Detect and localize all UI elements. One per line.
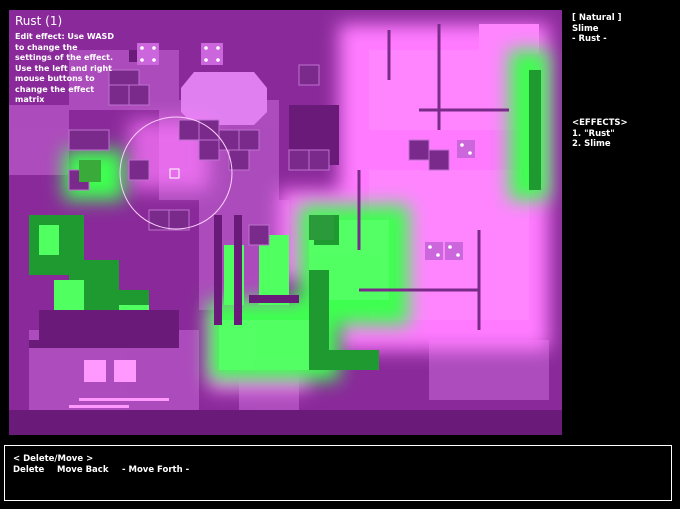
actions-panel: < Delete/Move > Delete Move Back - Move … bbox=[4, 445, 672, 501]
palette-item-slime[interactable]: Slime bbox=[572, 24, 622, 35]
effect-title: Rust (1) bbox=[15, 14, 63, 28]
move-forth-button[interactable]: - Move Forth - bbox=[122, 465, 189, 475]
help-line: Edit effect: Use WASD bbox=[15, 32, 114, 41]
level-map-canvas[interactable]: Rust (1) Edit effect: Use WASD to change… bbox=[9, 10, 562, 435]
palette-label[interactable]: [ Natural ] bbox=[572, 13, 622, 24]
effects-panel: <EFFECTS> 1. "Rust" 2. Slime bbox=[572, 118, 628, 150]
effects-header: <EFFECTS> bbox=[572, 118, 628, 128]
help-line: to change the bbox=[15, 42, 78, 52]
palette-panel: [ Natural ] Slime - Rust - bbox=[572, 13, 622, 45]
help-line: mouse buttons to bbox=[15, 74, 95, 83]
palette-item-rust[interactable]: - Rust - bbox=[572, 34, 622, 45]
help-line: matrix bbox=[15, 95, 45, 104]
effect-item-slime[interactable]: 2. Slime bbox=[572, 139, 628, 150]
actions-header: < Delete/Move > bbox=[13, 454, 94, 464]
effect-help-text: Edit effect: Use WASD to change the sett… bbox=[15, 32, 135, 106]
help-line: change the effect bbox=[15, 84, 95, 94]
delete-button[interactable]: Delete bbox=[13, 465, 44, 475]
help-line: Use the left and right bbox=[15, 63, 112, 73]
help-line: settings of the effect. bbox=[15, 53, 113, 62]
move-back-button[interactable]: Move Back bbox=[57, 465, 108, 475]
effect-item-rust[interactable]: 1. "Rust" bbox=[572, 129, 628, 140]
